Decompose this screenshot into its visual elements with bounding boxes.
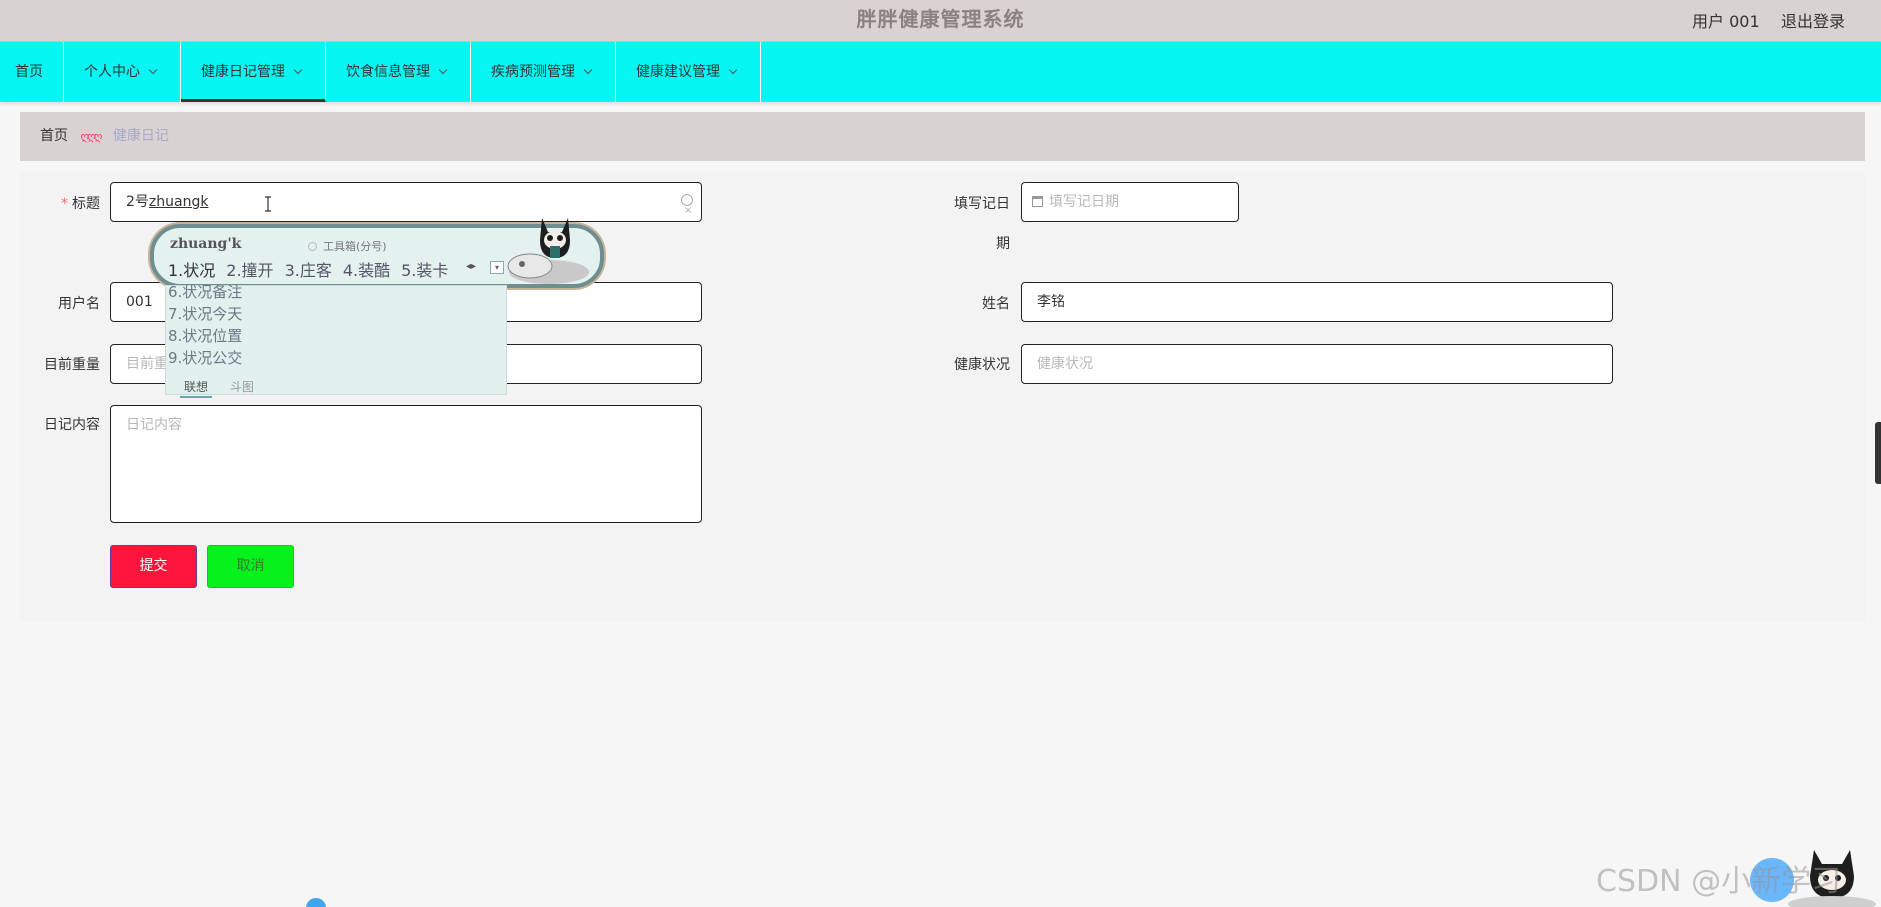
ime-candidate[interactable]: 6.状况备注: [168, 281, 242, 302]
health-status-input[interactable]: 健康状况: [1021, 344, 1613, 384]
name-input[interactable]: 李铭: [1021, 282, 1613, 322]
toolbox-icon: [308, 242, 317, 251]
nav-label: 个人中心: [84, 64, 140, 80]
ime-composition-text: zhuangk: [148, 194, 209, 210]
nav-item-home[interactable]: 首页: [0, 42, 64, 102]
ime-tab-association[interactable]: 联想: [180, 380, 213, 398]
chevron-down-icon: [438, 65, 448, 75]
app-title: 胖胖健康管理系统: [856, 7, 1025, 31]
content-textarea[interactable]: 日记内容: [110, 405, 702, 523]
nav-item-health-diary[interactable]: 健康日记管理: [181, 42, 326, 102]
blue-dot-icon: [306, 898, 326, 907]
nav-label: 疾病预测管理: [491, 64, 575, 80]
breadcrumb-current: 健康日记: [112, 128, 169, 144]
label-text: 填写记日: [954, 196, 1010, 212]
clear-icon[interactable]: [681, 192, 693, 230]
nav-item-diet-info[interactable]: 饮食信息管理: [326, 42, 471, 102]
submit-button[interactable]: 提交: [110, 545, 197, 588]
name-value: 李铭: [1037, 294, 1065, 310]
ime-candidates: 1.状况 2.撞开 3.庄客 4.装酷 5.装卡: [168, 257, 459, 281]
ime-candidate[interactable]: 8.状况位置: [168, 325, 242, 346]
chevron-down-icon: [728, 65, 738, 75]
nav-item-health-advice[interactable]: 健康建议管理: [616, 42, 761, 102]
cancel-button[interactable]: 取消: [207, 545, 294, 588]
ime-pinyin: zhuang'k: [170, 236, 242, 252]
username-value: 001: [126, 294, 153, 310]
title-label: * 标题: [40, 193, 100, 213]
ime-toolbox[interactable]: 工具箱(分号): [308, 238, 387, 254]
ime-candidate[interactable]: 1.状况: [168, 261, 215, 280]
ime-candidate[interactable]: 2.撞开: [226, 261, 273, 280]
nav-label: 饮食信息管理: [346, 64, 430, 80]
top-header: 胖胖健康管理系统 用户 001 退出登录: [0, 0, 1881, 42]
nav-item-disease-prediction[interactable]: 疾病预测管理: [471, 42, 616, 102]
csdn-watermark: CSDN @小新学习: [1596, 864, 1842, 899]
nav-item-personal-center[interactable]: 个人中心: [64, 42, 181, 102]
title-input[interactable]: 2号zhuangk: [110, 182, 702, 230]
breadcrumb: 首页 ღღღ 健康日记: [20, 112, 1865, 161]
calendar-icon: [1032, 196, 1043, 207]
chevron-down-icon: [583, 65, 593, 75]
heart-separator-icon: ღღღ: [80, 130, 102, 143]
nav-label: 健康建议管理: [636, 64, 720, 80]
ime-candidate[interactable]: 3.庄客: [285, 261, 332, 280]
date-label: 填写记日: [940, 193, 1010, 213]
username-label: 用户名: [58, 296, 100, 312]
health-status-placeholder: 健康状况: [1037, 356, 1093, 372]
weight-placeholder: 目前重: [126, 356, 168, 372]
ime-candidate[interactable]: 7.状况今天: [168, 303, 242, 324]
ime-expand-icon[interactable]: ▾: [490, 261, 504, 274]
current-user: 用户 001: [1692, 12, 1760, 31]
chevron-down-icon: [293, 65, 303, 75]
ime-candidate[interactable]: 4.装酷: [343, 261, 390, 280]
content-placeholder: 日记内容: [126, 417, 182, 433]
nav-label: 健康日记管理: [201, 64, 285, 80]
weight-label: 目前重量: [44, 357, 100, 373]
ime-page-arrows-icon[interactable]: ◂▸: [466, 261, 476, 272]
label-text: 标题: [72, 196, 100, 212]
health-status-label: 健康状况: [954, 357, 1010, 373]
breadcrumb-home[interactable]: 首页: [40, 128, 68, 144]
title-value: 2号: [126, 194, 149, 210]
chevron-down-icon: [148, 65, 158, 75]
ime-toolbox-label: 工具箱(分号): [323, 240, 387, 253]
name-label: 姓名: [982, 296, 1010, 312]
scrollbar-thumb[interactable]: [1875, 422, 1881, 484]
ime-candidate[interactable]: 9.状况公交: [168, 347, 242, 368]
required-mark: *: [61, 196, 68, 212]
date-picker[interactable]: 填写记日期: [1021, 182, 1239, 222]
date-label-line2: 期: [996, 236, 1010, 252]
ime-tab-doutu[interactable]: 斗图: [230, 380, 254, 394]
nav-label: 首页: [15, 64, 43, 80]
text-cursor-icon: [265, 196, 271, 212]
main-nav: 首页 个人中心 健康日记管理 饮食信息管理 疾病预测管理 健康建议管理: [0, 42, 1881, 102]
ime-tabs: 联想 斗图: [180, 378, 254, 398]
ime-candidate[interactable]: 5.装卡: [401, 261, 448, 280]
logout-link[interactable]: 退出登录: [1781, 8, 1845, 32]
content-label: 日记内容: [44, 417, 100, 433]
date-placeholder: 填写记日期: [1049, 194, 1119, 210]
cat-mascot-icon: [507, 218, 589, 284]
